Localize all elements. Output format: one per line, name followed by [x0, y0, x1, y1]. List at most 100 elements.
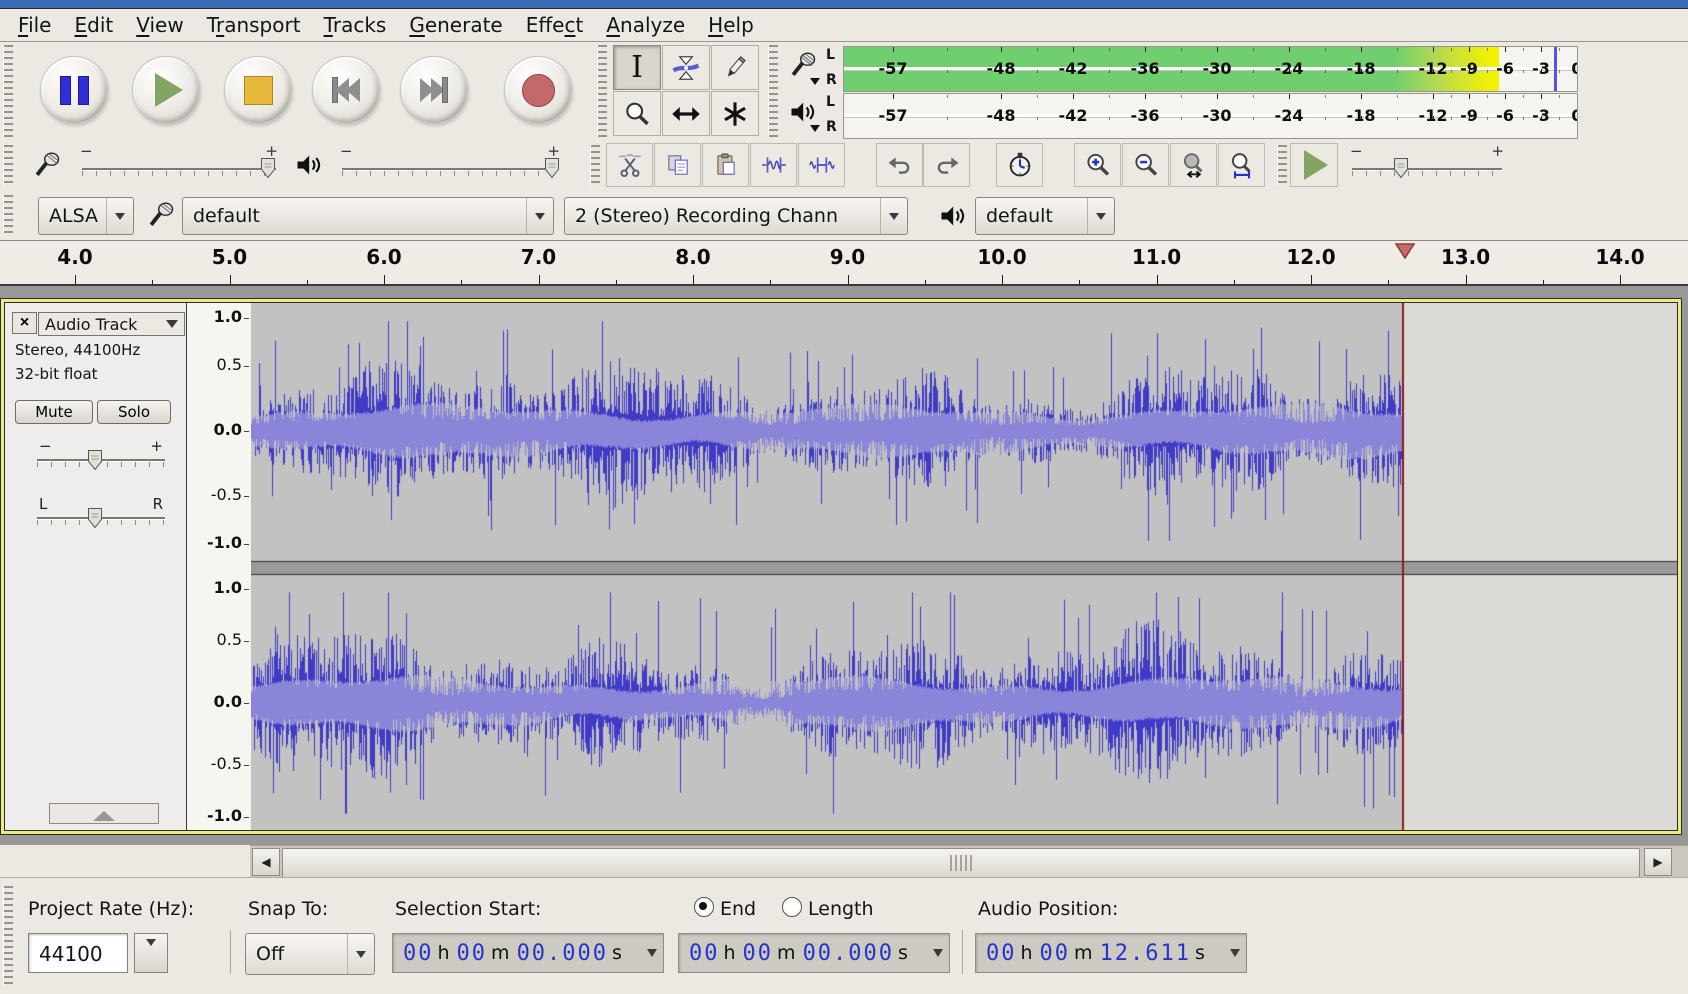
zoom-in-button[interactable] [1074, 143, 1121, 187]
redo-button[interactable] [923, 143, 970, 187]
meter-toolbar-grip[interactable] [768, 45, 778, 137]
output-volume-thumb[interactable] [544, 157, 560, 179]
mixer-mic-icon [32, 150, 62, 180]
meter-minor-tick [947, 95, 948, 98]
cut-button[interactable] [606, 143, 653, 187]
end-radio[interactable] [694, 897, 714, 917]
scrollbar-thumb[interactable] [282, 848, 1640, 878]
play-button[interactable] [132, 56, 200, 124]
audio-position-field[interactable]: 00h 00m 12.611s [975, 933, 1247, 973]
chevron-down-icon [356, 951, 366, 958]
project-rate-value[interactable]: 44100 [28, 933, 128, 973]
slider-track [342, 168, 558, 170]
recording-position-pointer[interactable] [1394, 243, 1416, 260]
selection-toolbar-grip[interactable] [3, 886, 13, 986]
timeline-ruler[interactable]: 4.05.06.07.08.09.010.011.012.013.014.0 [0, 240, 1688, 286]
toolbar-row-2: − + − + [0, 140, 1688, 191]
mixer-toolbar-grip[interactable] [3, 145, 13, 185]
copy-button[interactable] [654, 143, 701, 187]
length-radio[interactable] [782, 897, 802, 917]
menu-item-generate[interactable]: Generate [409, 13, 502, 37]
recording-meter-bar[interactable]: -57-48-42-36-30-24-18-12-9-6-30 [843, 46, 1578, 92]
draw-tool-button[interactable] [711, 45, 759, 90]
chevron-down-icon [115, 213, 125, 220]
project-rate-dropdown[interactable] [134, 933, 168, 973]
pause-button[interactable] [40, 56, 108, 124]
output-volume-slider[interactable]: − + [336, 142, 564, 188]
pan-slider[interactable]: L R [31, 495, 171, 539]
timer-record-button[interactable] [996, 143, 1043, 187]
track-title-dropdown[interactable]: Audio Track [38, 312, 185, 336]
play-at-speed-button[interactable] [1290, 143, 1338, 187]
recording-channels-combo[interactable]: 2 (Stereo) Recording Chann [564, 197, 908, 235]
meter-minor-tick [1109, 117, 1110, 120]
transport-toolbar-grip[interactable] [3, 45, 13, 137]
slider-ticks [82, 171, 276, 176]
envelope-tool-button[interactable] [662, 45, 710, 90]
device-toolbar-grip[interactable] [3, 195, 13, 235]
menu-item-analyze[interactable]: Analyze [606, 13, 685, 37]
audio-host-combo[interactable]: ALSA [38, 197, 134, 235]
snap-to-combo[interactable]: Off [245, 933, 375, 975]
gain-slider[interactable]: − + [31, 437, 171, 481]
selection-tool-button[interactable]: I [613, 45, 661, 90]
playback-meter[interactable]: LR -57-48-42-36-30-24-18-12-9-6-30 [788, 93, 1586, 138]
mute-button[interactable]: Mute [15, 400, 93, 424]
solo-button[interactable]: Solo [97, 400, 171, 424]
zoom-tool-button[interactable] [613, 91, 661, 136]
pan-thumb[interactable] [87, 507, 103, 529]
playback-device-value: default [976, 205, 1087, 227]
input-volume-thumb[interactable] [260, 157, 276, 179]
scroll-left-button[interactable]: ◀ [252, 848, 280, 876]
paste-button[interactable] [702, 143, 749, 187]
menu-item-effect[interactable]: Effect [526, 13, 584, 37]
skip-to-end-button[interactable] [400, 56, 468, 124]
seconds-unit: s [1195, 942, 1205, 964]
waveform-canvas[interactable] [251, 303, 1677, 830]
edit-toolbar-grip[interactable] [590, 145, 600, 185]
selection-start-field[interactable]: 00h 00m 00.000s [392, 933, 664, 973]
menu-item-help[interactable]: Help [708, 13, 754, 37]
undo-button[interactable] [876, 143, 923, 187]
menu-item-transport[interactable]: Transport [207, 13, 301, 37]
time-shift-tool-button[interactable] [662, 91, 710, 136]
playback-meter-bar[interactable]: -57-48-42-36-30-24-18-12-9-6-30 [843, 93, 1578, 139]
playback-device-combo[interactable]: default [975, 197, 1115, 235]
scroll-right-button[interactable]: ▶ [1644, 848, 1672, 876]
meter-scale-label: -57 [873, 94, 913, 138]
menu-item-edit[interactable]: Edit [74, 13, 113, 37]
track-close-button[interactable]: × [12, 312, 37, 334]
pause-icon [60, 76, 89, 105]
trim-outside-selection-button[interactable] [750, 143, 797, 187]
tools-toolbar-grip[interactable] [597, 45, 607, 137]
menu-item-view[interactable]: View [136, 13, 183, 37]
zoom-tool-icon [623, 100, 651, 128]
gain-thumb[interactable] [87, 449, 103, 471]
multi-tool-button[interactable] [711, 91, 759, 136]
combo-arrow [1087, 198, 1114, 234]
fit-selection-button[interactable] [1170, 143, 1217, 187]
menu-item-file[interactable]: File [18, 13, 51, 37]
recording-device-combo[interactable]: default [182, 197, 554, 235]
playback-speed-thumb[interactable] [1393, 157, 1409, 179]
horizontal-scrollbar[interactable]: ◀ ▶ [250, 845, 1688, 877]
fit-project-button[interactable] [1218, 143, 1265, 187]
selection-end-field[interactable]: 00h 00m 00.000s [678, 933, 950, 973]
record-button[interactable] [504, 56, 572, 124]
minutes-unit: m [491, 942, 510, 964]
meter-scale-label: -9 [1449, 94, 1489, 138]
length-radio-label: Length [808, 898, 874, 920]
menu-item-tracks[interactable]: Tracks [324, 13, 387, 37]
chevron-down-icon [933, 949, 943, 957]
silence-selection-button[interactable] [798, 143, 845, 187]
input-volume-slider[interactable]: − + [76, 142, 282, 188]
vertical-scale-ruler[interactable]: 1.00.50.0-0.5-1.01.00.50.0-0.5-1.0 [187, 303, 251, 830]
stop-button[interactable] [224, 56, 292, 124]
playback-speed-slider[interactable]: − + [1346, 142, 1508, 188]
track-collapse-button[interactable] [49, 803, 159, 824]
zoom-out-button[interactable] [1122, 143, 1169, 187]
recording-meter[interactable]: LR -57-48-42-36-30-24-18-12-9-6-30 [788, 46, 1586, 91]
transcription-toolbar-grip[interactable] [1277, 145, 1287, 185]
skip-to-start-button[interactable] [312, 56, 380, 124]
meter-scale-label: -24 [1269, 94, 1309, 138]
